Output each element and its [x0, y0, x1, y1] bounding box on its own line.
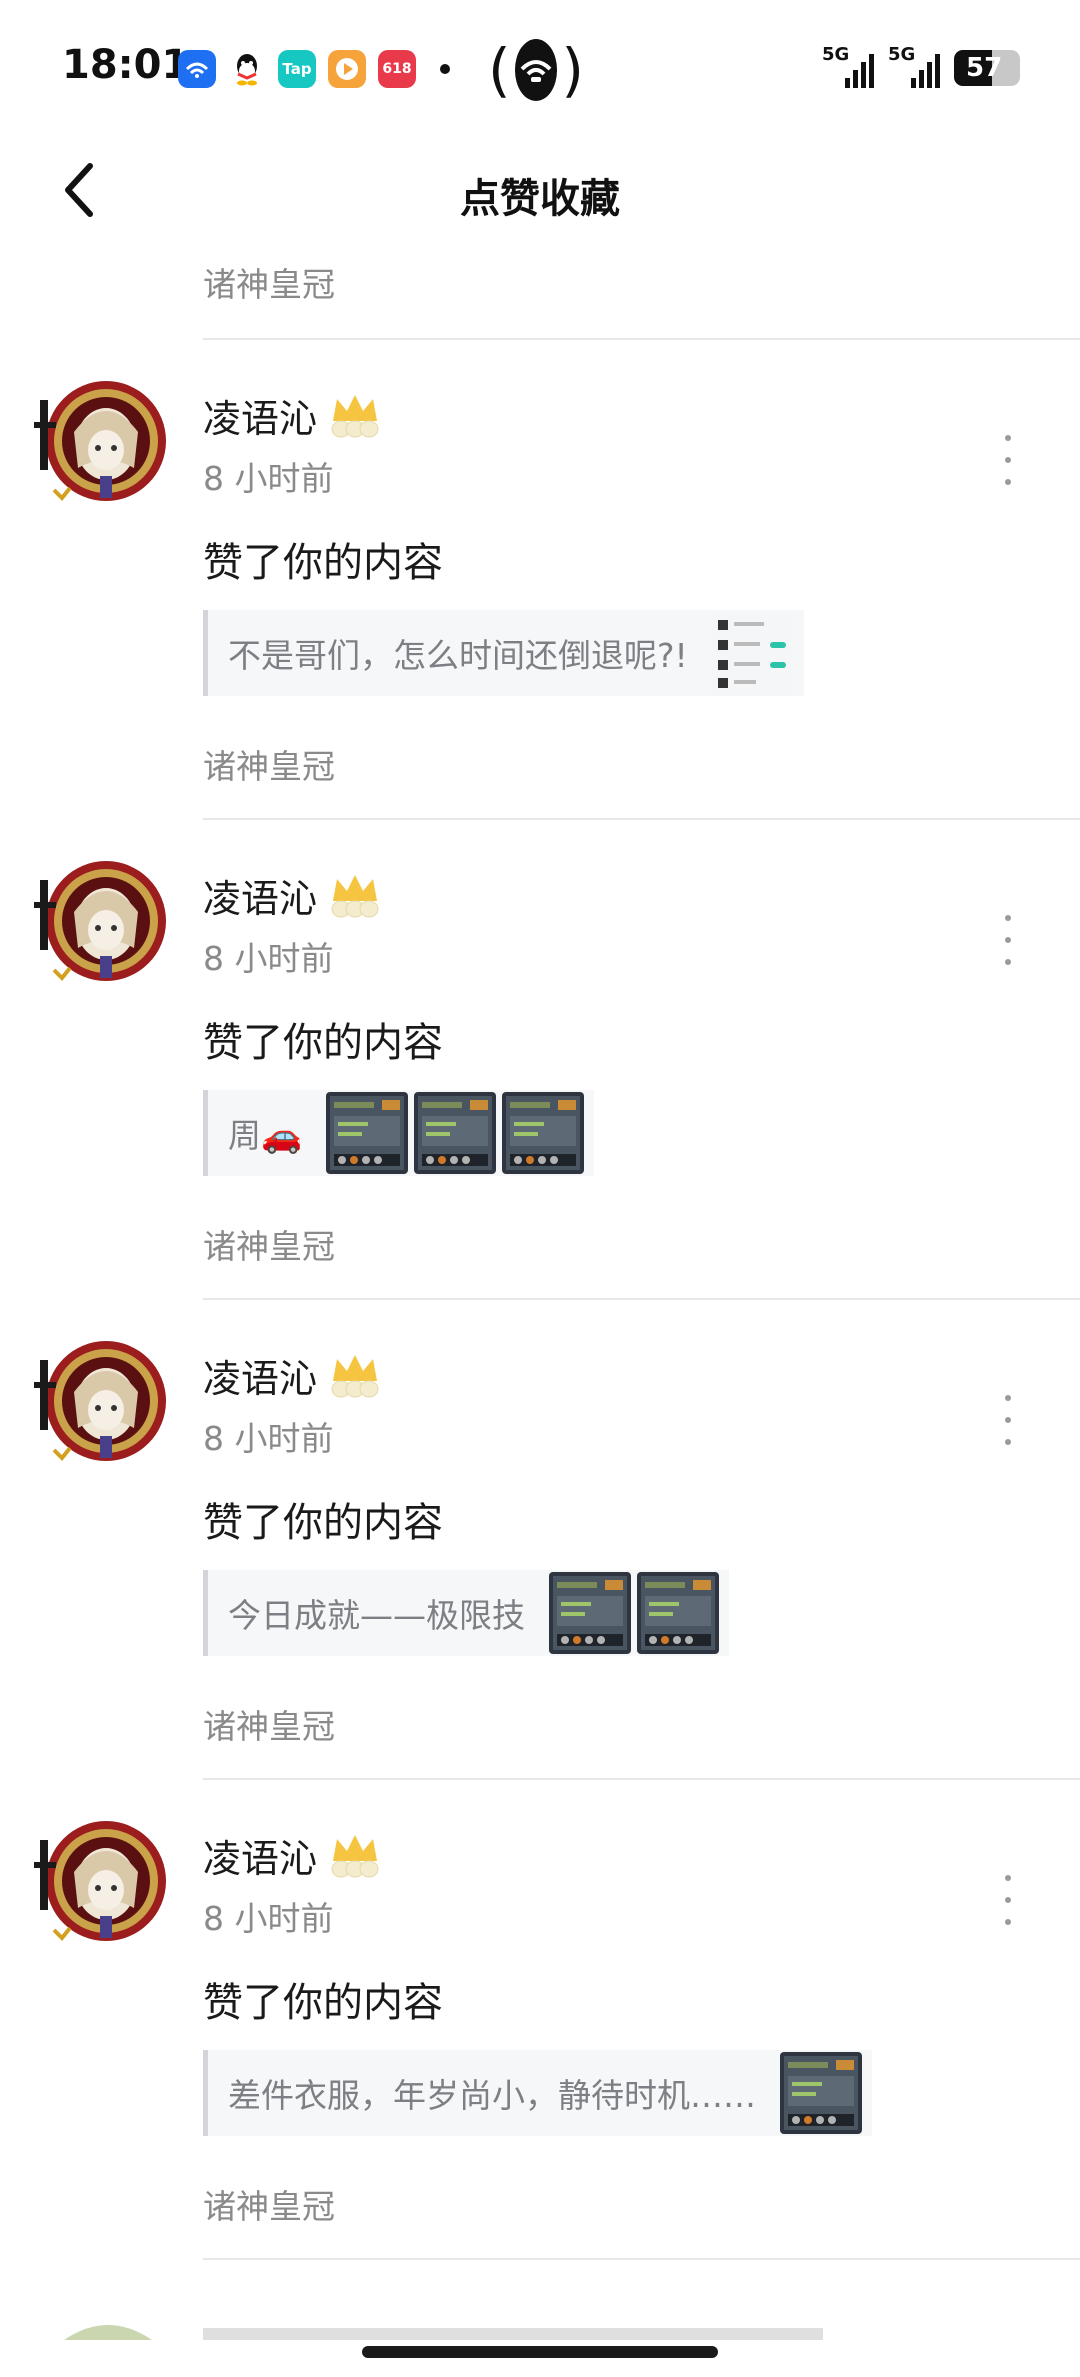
group-label[interactable]: 诸神皇冠	[203, 1700, 335, 1748]
post-thumbnail[interactable]	[711, 612, 794, 694]
post-thumbnail[interactable]	[780, 2052, 862, 2134]
taptap-icon: Tap	[278, 50, 316, 88]
battery-icon: 57	[954, 50, 1020, 86]
signal-2-icon: 5G	[888, 44, 940, 88]
more-options-button[interactable]	[998, 1875, 1018, 1925]
group-label[interactable]: 诸神皇冠	[203, 1220, 335, 1268]
avatar[interactable]	[34, 1812, 172, 1950]
list-item[interactable]: 凌语沁 8 小时前 赞了你的内容 周🚗 诸神皇冠	[0, 820, 1080, 1300]
hotspot-indicator: ( )	[488, 36, 584, 104]
timestamp: 8 小时前	[203, 1899, 334, 1938]
quoted-post-text: 周🚗	[228, 1116, 303, 1155]
quoted-post[interactable]: 周🚗	[203, 1090, 595, 1176]
quoted-post[interactable]: 今日成就——极限技	[203, 1570, 729, 1656]
post-thumbnail[interactable]	[549, 1572, 631, 1654]
list-item[interactable]: 凌语沁 8 小时前 赞了你的内容 今日成就——极限技 诸神皇冠	[0, 1300, 1080, 1780]
list-item[interactable]: 凌语沁 8 小时前 赞了你的内容 不是哥们，怎么时间还倒退呢?! 诸神皇冠	[0, 340, 1080, 820]
username[interactable]: 凌语沁	[203, 1828, 381, 1883]
quoted-post[interactable]: 差件衣服，年岁尚小，静待时机……	[203, 2050, 872, 2136]
shopping-app-icon: 618	[378, 50, 416, 88]
avatar[interactable]	[34, 1332, 172, 1470]
timestamp: 8 小时前	[203, 1419, 334, 1458]
status-time: 18:01	[62, 42, 190, 88]
action-text: 赞了你的内容	[203, 1500, 443, 1546]
username[interactable]: 凌语沁	[203, 1348, 381, 1403]
timestamp: 8 小时前	[203, 939, 334, 978]
crown-badge-icon	[331, 1834, 379, 1877]
page-title: 点赞收藏	[460, 176, 620, 222]
more-options-button[interactable]	[998, 915, 1018, 965]
thumbnail-strip	[543, 1572, 719, 1654]
post-thumbnail[interactable]	[502, 1092, 585, 1174]
crown-badge-icon	[331, 874, 379, 917]
avatar[interactable]	[34, 852, 172, 990]
status-right: 5G 5G 57	[822, 44, 1020, 88]
group-label[interactable]: 诸神皇冠	[203, 740, 335, 788]
notification-icons: Tap 618	[178, 50, 450, 88]
more-options-button[interactable]	[998, 435, 1018, 485]
crown-badge-icon	[331, 1354, 379, 1397]
quoted-post-text: 不是哥们，怎么时间还倒退呢?!	[228, 636, 688, 675]
quoted-post-text: 今日成就——极限技	[228, 1596, 525, 1635]
avatar[interactable]	[34, 372, 172, 510]
quoted-post[interactable]: 不是哥们，怎么时间还倒退呢?!	[203, 610, 804, 696]
username[interactable]: 凌语沁	[203, 868, 381, 923]
group-label[interactable]: 诸神皇冠	[203, 2180, 335, 2228]
action-text: 赞了你的内容	[203, 1020, 443, 1066]
divider	[203, 2258, 1080, 2260]
partial-list-item	[0, 2310, 1080, 2340]
group-label[interactable]: 诸神皇冠	[203, 258, 335, 306]
thumbnail-strip	[706, 612, 794, 694]
top-nav: 点赞收藏	[0, 140, 1080, 240]
cloud-app-icon	[178, 50, 216, 88]
more-notifications-dot	[440, 64, 450, 74]
action-text: 赞了你的内容	[203, 540, 443, 586]
username[interactable]: 凌语沁	[203, 388, 381, 443]
action-text: 赞了你的内容	[203, 1980, 443, 2026]
thumbnail-strip	[774, 2052, 862, 2134]
list-item[interactable]: 凌语沁 8 小时前 赞了你的内容 差件衣服，年岁尚小，静待时机…… 诸神皇冠	[0, 1780, 1080, 2260]
video-app-icon	[328, 50, 366, 88]
timestamp: 8 小时前	[203, 459, 334, 498]
home-indicator[interactable]	[362, 2346, 718, 2358]
post-thumbnail[interactable]	[326, 1092, 409, 1174]
quoted-post-text: 差件衣服，年岁尚小，静待时机……	[228, 2076, 756, 2115]
battery-level: 57	[966, 53, 1003, 83]
qq-icon	[228, 50, 266, 88]
crown-badge-icon	[331, 394, 379, 437]
post-thumbnail[interactable]	[637, 1572, 719, 1654]
status-bar: 18:01 Tap 618 ( ) 5G 5G 57	[0, 0, 1080, 130]
thumbnail-strip	[320, 1092, 585, 1174]
post-thumbnail[interactable]	[414, 1092, 497, 1174]
more-options-button[interactable]	[998, 1395, 1018, 1445]
signal-1-icon: 5G	[822, 44, 874, 88]
